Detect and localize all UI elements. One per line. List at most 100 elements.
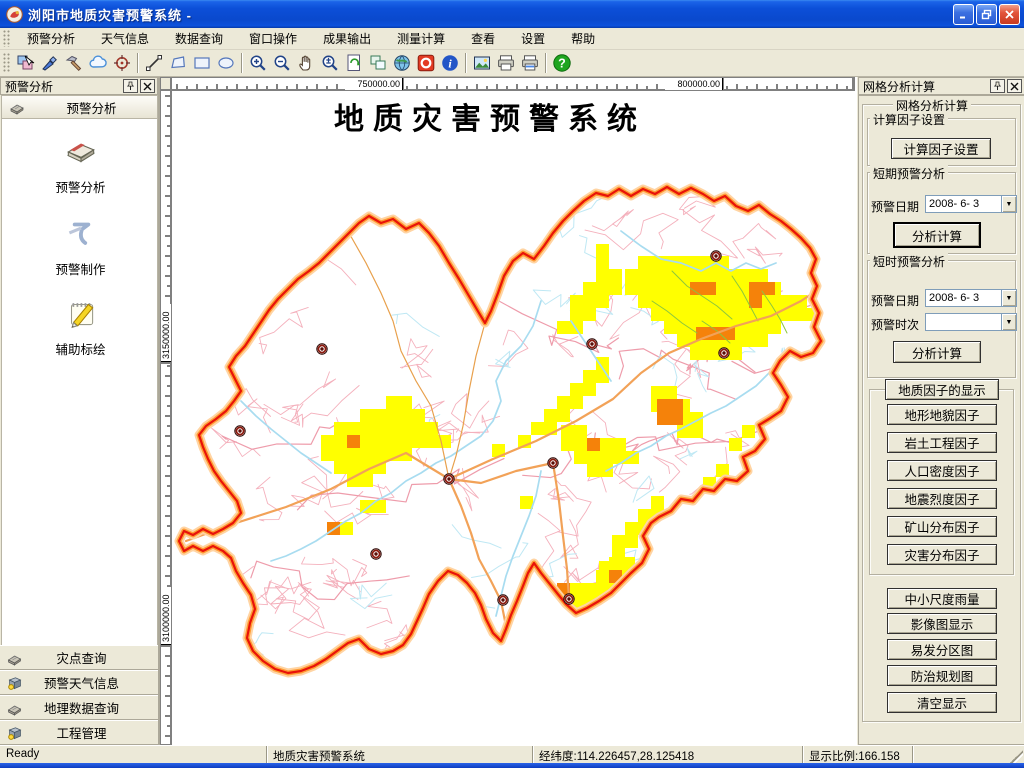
tool-zoom-out-icon[interactable]: [270, 51, 294, 75]
town-marker[interactable]: [498, 595, 508, 605]
warning-cell-orange: [749, 295, 762, 308]
town-marker[interactable]: [719, 348, 729, 358]
menu-item-4[interactable]: 窗口操作: [236, 27, 310, 50]
tool-info-icon[interactable]: i: [438, 51, 462, 75]
bottom-button-4[interactable]: 防治规划图: [887, 665, 997, 686]
short-term-analyze-button[interactable]: 分析计算: [893, 222, 981, 248]
status-coordinates: 经纬度:114.226457,28.125418: [533, 746, 803, 763]
left-bottom-item-4[interactable]: 工程管理: [0, 720, 158, 745]
restore-button[interactable]: [976, 4, 997, 25]
chevron-down-icon[interactable]: ▼: [1001, 314, 1016, 330]
tool-line-tool-icon[interactable]: [142, 51, 166, 75]
tool-pan-hand-icon[interactable]: [294, 51, 318, 75]
left-item-3[interactable]: 辅助标绘: [2, 295, 159, 358]
left-panel-close-icon[interactable]: [140, 79, 155, 93]
menu-item-2[interactable]: 天气信息: [88, 27, 162, 50]
short-time-times-combo[interactable]: ▼: [925, 313, 1017, 331]
factor-button-6[interactable]: 灾害分布因子: [887, 544, 997, 565]
menu-grip[interactable]: [3, 30, 10, 47]
status-bar: Ready 地质灾害预警系统 经纬度:114.226457,28.125418 …: [0, 745, 1024, 763]
tool-print-setup-icon[interactable]: [518, 51, 542, 75]
tool-center-target-icon[interactable]: [110, 51, 134, 75]
left-item-label: 预警分析: [2, 177, 159, 196]
bottom-button-1[interactable]: 中小尺度雨量: [887, 588, 997, 609]
right-panel-close-icon[interactable]: [1007, 79, 1022, 93]
short-time-analyze-button[interactable]: 分析计算: [893, 341, 981, 363]
tool-cloud-icon[interactable]: [86, 51, 110, 75]
town-marker[interactable]: [564, 594, 574, 604]
tool-polygon-tool-icon[interactable]: [166, 51, 190, 75]
menu-item-1[interactable]: 预警分析: [14, 27, 88, 50]
toolbar-grip[interactable]: [3, 53, 10, 74]
tool-globe-icon[interactable]: [390, 51, 414, 75]
menu-item-6[interactable]: 测量计算: [384, 27, 458, 50]
ruler-top: 750000.00800000.00: [171, 77, 853, 90]
tool-print-icon[interactable]: [494, 51, 518, 75]
tool-refresh-view-icon[interactable]: [342, 51, 366, 75]
bottom-button-5[interactable]: 清空显示: [887, 692, 997, 713]
chevron-down-icon[interactable]: ▼: [1001, 290, 1016, 306]
map-canvas[interactable]: 地质灾害预警系统: [171, 90, 855, 745]
factor-button-5[interactable]: 矿山分布因子: [887, 516, 997, 537]
town-marker[interactable]: [371, 549, 381, 559]
pin-icon[interactable]: [990, 79, 1005, 93]
town-marker[interactable]: [587, 339, 597, 349]
short-term-date-combo[interactable]: 2008- 6- 3 ▼: [925, 195, 1017, 213]
menu-item-5[interactable]: 成果输出: [310, 27, 384, 50]
factor-button-4[interactable]: 地震烈度因子: [887, 488, 997, 509]
town-marker[interactable]: [235, 426, 245, 436]
tool-select-features-icon[interactable]: [14, 51, 38, 75]
factor-button-1[interactable]: 地形地貌因子: [887, 404, 997, 425]
warning-cell-yellow: [651, 269, 664, 282]
warning-cell-orange: [587, 438, 600, 451]
warning-cell-yellow: [755, 334, 768, 347]
left-item-1[interactable]: 预警分析: [2, 133, 159, 196]
tool-ellipse-tool-icon[interactable]: [214, 51, 238, 75]
chevron-down-icon[interactable]: ▼: [1001, 196, 1016, 212]
toolbar-separator: [465, 53, 467, 73]
tool-rectangle-tool-icon[interactable]: [190, 51, 214, 75]
tool-image-view-icon[interactable]: [470, 51, 494, 75]
warning-cell-yellow: [651, 308, 664, 321]
warning-cell-orange: [703, 282, 716, 295]
menu-item-8[interactable]: 设置: [508, 27, 558, 50]
left-item-2[interactable]: 预警制作: [2, 215, 159, 278]
calc-factor-button[interactable]: 计算因子设置: [891, 138, 991, 159]
short-term-legend: 短期预警分析: [870, 165, 948, 182]
tool-stop-icon[interactable]: [414, 51, 438, 75]
left-bottom-item-2[interactable]: 预警天气信息: [0, 670, 158, 695]
town-marker[interactable]: [548, 458, 558, 468]
warning-cell-yellow: [570, 583, 583, 596]
tool-label-brush-icon[interactable]: [38, 51, 62, 75]
menu-item-3[interactable]: 数据查询: [162, 27, 236, 50]
bottom-button-2[interactable]: 影像图显示: [887, 613, 997, 634]
factor-button-3[interactable]: 人口密度因子: [887, 460, 997, 481]
tool-zoom-extent-icon[interactable]: [318, 51, 342, 75]
minimize-button[interactable]: [953, 4, 974, 25]
tool-help-icon[interactable]: ?: [550, 51, 574, 75]
tool-copy-layers-icon[interactable]: [366, 51, 390, 75]
warning-cell-yellow: [360, 448, 373, 461]
factor-button-2[interactable]: 岩土工程因子: [887, 432, 997, 453]
bottom-button-3[interactable]: 易发分区图: [887, 639, 997, 660]
left-bottom-item-3[interactable]: 地理数据查询: [0, 695, 158, 720]
warning-cell-yellow: [625, 522, 638, 535]
menu-item-9[interactable]: 帮助: [558, 27, 608, 50]
warning-cell-yellow: [570, 396, 583, 409]
warning-cell-yellow: [794, 308, 807, 321]
short-time-date-combo[interactable]: 2008- 6- 3 ▼: [925, 289, 1017, 307]
close-button[interactable]: [999, 4, 1020, 25]
menu-item-7[interactable]: 查看: [458, 27, 508, 50]
resize-grip[interactable]: [1010, 750, 1023, 763]
town-marker[interactable]: [711, 251, 721, 261]
left-bottom-item-1[interactable]: 灾点查询: [0, 645, 158, 670]
town-marker[interactable]: [317, 344, 327, 354]
geo-factor-display-button[interactable]: 地质因子的显示: [885, 379, 999, 400]
tool-zoom-in-icon[interactable]: [246, 51, 270, 75]
warning-cell-yellow: [587, 464, 600, 477]
left-panel-section-header[interactable]: 预警分析: [1, 95, 158, 119]
pin-icon[interactable]: [123, 79, 138, 93]
tool-hammer-icon[interactable]: [62, 51, 86, 75]
warning-cell-yellow: [544, 409, 557, 422]
town-marker[interactable]: [444, 474, 454, 484]
